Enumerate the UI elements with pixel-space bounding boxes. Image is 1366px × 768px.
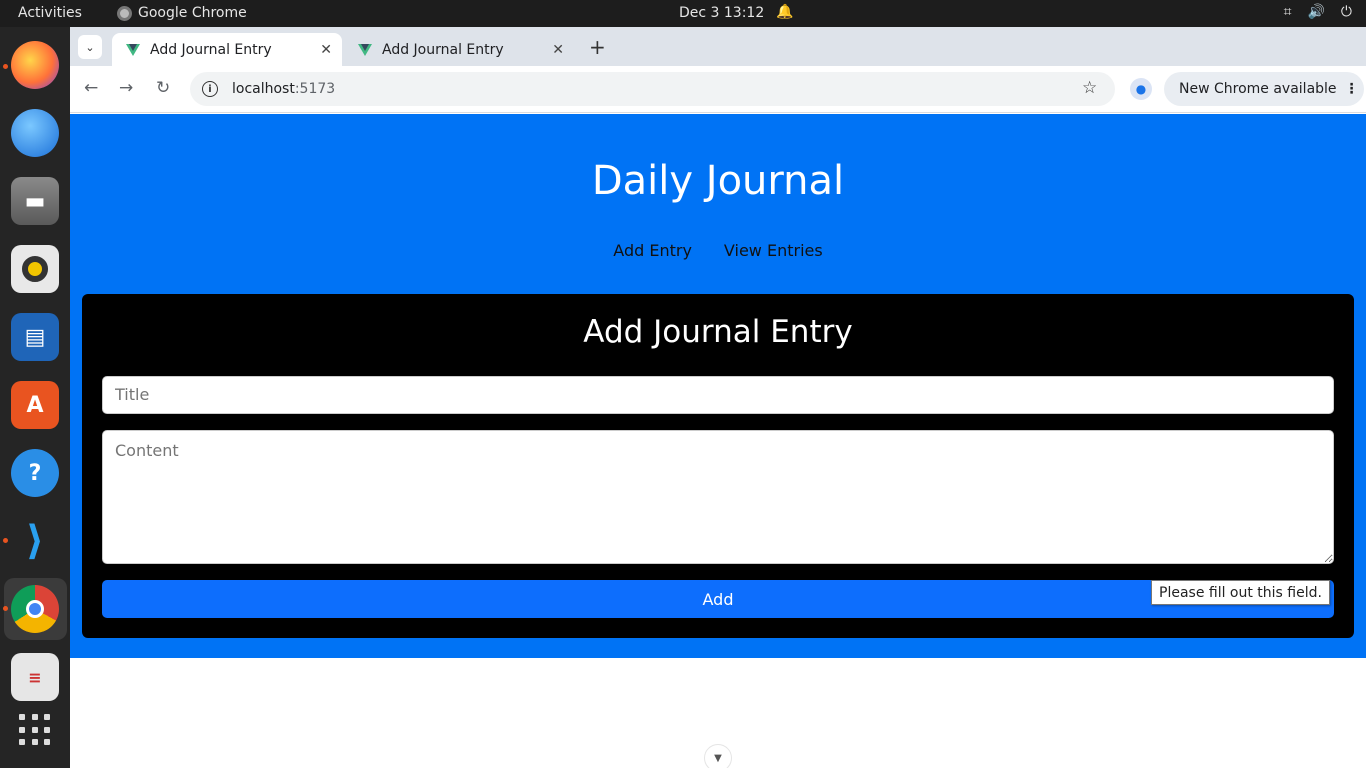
app-menu[interactable]: Google Chrome [117, 5, 247, 21]
network-icon: ⌗ [1283, 4, 1292, 20]
power-icon: ⏻ [1340, 4, 1352, 20]
web-page: Daily Journal Add Entry View Entries Add… [70, 114, 1366, 768]
writer-icon[interactable]: ▤ [11, 313, 59, 361]
vue-favicon-icon [126, 43, 140, 56]
menu-dots-icon: ⋮ [1344, 81, 1359, 97]
help-icon[interactable]: ? [11, 449, 59, 497]
nav-add-entry-link[interactable]: Add Entry [613, 241, 692, 260]
new-chrome-available-button[interactable]: New Chrome available ⋮ [1164, 72, 1364, 106]
notification-bell-icon[interactable]: 🔔 [776, 4, 793, 20]
app-center-icon[interactable]: A [11, 381, 59, 429]
tab-add-journal-entry-2[interactable]: Add Journal Entry ✕ [344, 33, 574, 66]
chrome-small-icon [117, 5, 132, 21]
tab-title: Add Journal Entry [150, 41, 272, 58]
rhythmbox-icon[interactable] [11, 245, 59, 293]
app-nav: Add Entry View Entries [70, 241, 1366, 260]
chrome-icon[interactable] [11, 585, 59, 633]
page-title: Daily Journal [591, 158, 845, 204]
dock: ▬ ▤ A ? ⟩ ≡ [0, 27, 70, 768]
validation-tooltip: Please fill out this field. [1151, 580, 1330, 605]
vscode-icon[interactable]: ⟩ [11, 517, 59, 565]
show-apps-icon[interactable] [19, 714, 51, 746]
reload-icon[interactable]: ↻ [156, 78, 170, 98]
system-tray[interactable]: ⌗ 🔊 ⏻ [1284, 4, 1352, 20]
running-indicator [3, 606, 8, 611]
profile-avatar-icon[interactable]: ● [1130, 78, 1152, 100]
browser-window: ⌄ Add Journal Entry ✕ Add Journal Entry … [70, 27, 1366, 768]
app-menu-label: Google Chrome [138, 5, 247, 21]
app-container: Daily Journal Add Entry View Entries Add… [70, 114, 1366, 658]
tab-title: Add Journal Entry [382, 41, 504, 58]
url-port: :5173 [294, 81, 336, 97]
form-heading: Add Journal Entry [583, 314, 853, 350]
new-tab-plus-icon[interactable]: + [589, 35, 606, 59]
vue-favicon-icon [358, 43, 372, 56]
nav-view-entries-link[interactable]: View Entries [724, 241, 823, 260]
tab-strip: ⌄ Add Journal Entry ✕ Add Journal Entry … [70, 27, 1366, 66]
vue-devtools-toggle-icon[interactable]: ▼ [704, 744, 732, 768]
title-input[interactable] [102, 376, 1334, 414]
close-tab-icon[interactable]: ✕ [320, 42, 332, 58]
firefox-icon[interactable] [11, 41, 59, 89]
tab-add-journal-entry-1[interactable]: Add Journal Entry ✕ [112, 33, 342, 66]
back-arrow-icon[interactable]: ← [84, 78, 98, 98]
text-editor-icon[interactable]: ≡ [11, 653, 59, 701]
update-label: New Chrome available [1179, 81, 1337, 97]
forward-arrow-icon[interactable]: → [119, 78, 133, 98]
address-bar[interactable]: i localhost:5173 [190, 72, 1115, 106]
running-indicator [3, 538, 8, 543]
activities-button[interactable]: Activities [18, 5, 82, 21]
close-tab-icon[interactable]: ✕ [552, 42, 564, 58]
system-top-bar: Activities Google Chrome Dec 3 13:12 🔔 ⌗… [0, 0, 1366, 27]
browser-toolbar: ← → ↻ i localhost:5173 ☆ ● New Chrome av… [70, 66, 1366, 113]
thunderbird-icon[interactable] [11, 109, 59, 157]
clock[interactable]: Dec 3 13:12 [679, 5, 764, 21]
running-indicator [3, 64, 8, 69]
tab-search-chevron-icon[interactable]: ⌄ [78, 35, 102, 59]
bookmark-star-icon[interactable]: ☆ [1082, 78, 1097, 98]
volume-icon: 🔊 [1307, 4, 1325, 20]
entry-form-card: Add Journal Entry Add Please fill out th… [82, 294, 1354, 638]
url-host: localhost [232, 81, 295, 97]
files-icon[interactable]: ▬ [11, 177, 59, 225]
content-textarea[interactable] [102, 430, 1334, 564]
add-button[interactable]: Add [102, 580, 1334, 618]
site-info-icon[interactable]: i [202, 81, 218, 97]
